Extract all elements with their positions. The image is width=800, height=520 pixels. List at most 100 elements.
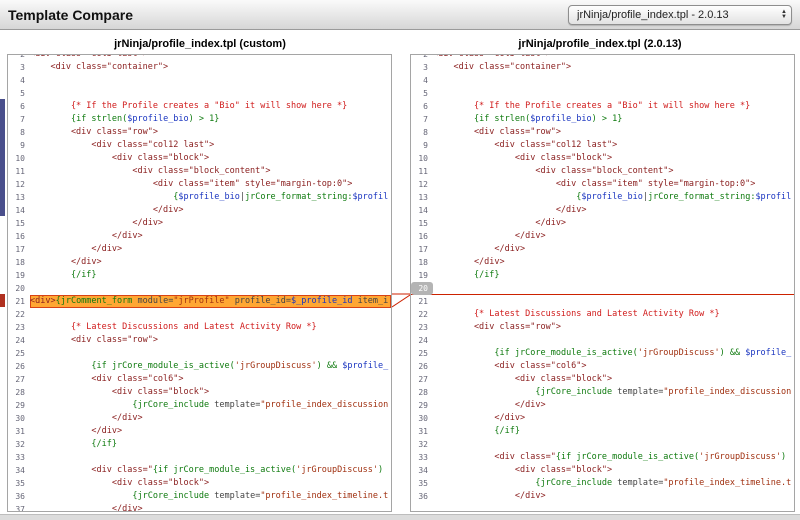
code-line: 16 </div> <box>411 230 794 243</box>
line-content: <div class="block"> <box>30 152 391 165</box>
line-number: 37 <box>8 503 30 512</box>
code-line: 33 <div class="{if jrCore_module_is_acti… <box>411 451 794 464</box>
line-number: 27 <box>8 373 30 386</box>
line-number: 15 <box>411 217 433 230</box>
line-number: 11 <box>8 165 30 178</box>
code-line: 25 {if jrCore_module_is_active('jrGroupD… <box>411 347 794 360</box>
line-content <box>30 451 391 464</box>
line-content: {/if} <box>30 269 391 282</box>
code-line: 10 <div class="block"> <box>411 152 794 165</box>
code-line: 6 {* If the Profile creates a "Bio" it w… <box>8 100 391 113</box>
line-number: 21 <box>8 295 30 308</box>
line-content: </div> <box>30 243 391 256</box>
line-number: 13 <box>8 191 30 204</box>
code-line: 34 <div class="block"> <box>411 464 794 477</box>
line-number: 18 <box>411 256 433 269</box>
line-content: </div> <box>433 256 794 269</box>
code-line: 36 </div> <box>411 490 794 503</box>
code-line: 24 <box>411 334 794 347</box>
line-content <box>30 282 391 295</box>
line-number: 25 <box>411 347 433 360</box>
line-content: {if strlen($profile_bio) > 1} <box>30 113 391 126</box>
right-code-panel[interactable]: 2<div class="col3 last">3 <div class="co… <box>410 54 795 512</box>
line-number: 26 <box>411 360 433 373</box>
code-line: 14 </div> <box>8 204 391 217</box>
template-compare-page: Template Compare jrNinja/profile_index.t… <box>0 0 800 520</box>
right-code: 2<div class="col3 last">3 <div class="co… <box>411 54 794 503</box>
line-content: <div class="col6"> <box>433 360 794 373</box>
line-content: </div> <box>433 243 794 256</box>
line-content: {* Latest Discussions and Latest Activit… <box>433 308 794 321</box>
line-content: {if jrCore_module_is_active('jrGroupDisc… <box>30 360 391 373</box>
code-line: 23 {* Latest Discussions and Latest Acti… <box>8 321 391 334</box>
code-line: 6 {* If the Profile creates a "Bio" it w… <box>411 100 794 113</box>
code-line: 18 </div> <box>8 256 391 269</box>
panel-titles: jrNinja/profile_index.tpl (custom) jrNin… <box>0 30 800 54</box>
code-line: 21 <box>411 295 794 308</box>
line-number: 32 <box>411 438 433 451</box>
line-number: 16 <box>411 230 433 243</box>
line-content: {$profile_bio|jrCore_format_string:$prof… <box>433 191 794 204</box>
line-number: 24 <box>8 334 30 347</box>
line-content: <div class="block"> <box>30 386 391 399</box>
line-number: 2 <box>8 54 30 61</box>
line-content: </div> <box>433 230 794 243</box>
code-line: 29 </div> <box>411 399 794 412</box>
code-line: 19 {/if} <box>8 269 391 282</box>
line-content: {$profile_bio|jrCore_format_string:$prof… <box>30 191 391 204</box>
code-line: 36 {jrCore_include template="profile_ind… <box>8 490 391 503</box>
left-panel-title: jrNinja/profile_index.tpl (custom) <box>0 30 400 54</box>
code-line: 5 <box>8 87 391 100</box>
code-line: 37 </div> <box>8 503 391 512</box>
code-line: 32 <box>411 438 794 451</box>
change-map-strip <box>0 54 6 514</box>
line-content: <div class="container"> <box>433 61 794 74</box>
line-content: {/if} <box>30 438 391 451</box>
line-content <box>433 334 794 347</box>
code-line: 5 <box>411 87 794 100</box>
line-number: 23 <box>411 321 433 334</box>
line-content: {if jrCore_module_is_active('jrGroupDisc… <box>433 347 794 360</box>
line-number: 17 <box>411 243 433 256</box>
template-version-select[interactable]: jrNinja/profile_index.tpl - 2.0.13 ▲ ▼ <box>568 5 792 25</box>
change-marker-change <box>0 99 5 216</box>
line-content: <div class="col12 last"> <box>30 139 391 152</box>
line-content <box>30 87 391 100</box>
line-number: 20 <box>8 282 30 295</box>
line-content <box>433 295 794 308</box>
line-content: <div class="block"> <box>30 477 391 490</box>
code-line: 22 {* Latest Discussions and Latest Acti… <box>411 308 794 321</box>
line-content: </div> <box>433 490 794 503</box>
line-content: </div> <box>433 399 794 412</box>
line-number: 2 <box>411 54 433 61</box>
left-code-panel[interactable]: 2<div class="col3 last">3 <div class="co… <box>7 54 392 512</box>
line-content: <div class="container"> <box>30 61 391 74</box>
code-line: 15 </div> <box>8 217 391 230</box>
line-number: 36 <box>8 490 30 503</box>
code-line: 12 <div class="item" style="margin-top:0… <box>411 178 794 191</box>
line-number: 32 <box>8 438 30 451</box>
line-content: {jrCore_include template="profile_index_… <box>433 477 794 490</box>
left-code: 2<div class="col3 last">3 <div class="co… <box>8 54 391 512</box>
line-content: <div class="block"> <box>433 152 794 165</box>
line-number: 30 <box>411 412 433 425</box>
line-content: {* If the Profile creates a "Bio" it wil… <box>30 100 391 113</box>
code-line: 2<div class="col3 last"> <box>8 54 391 61</box>
line-content: </div> <box>433 204 794 217</box>
code-line: 3 <div class="container"> <box>8 61 391 74</box>
line-content: <div class="{if jrCore_module_is_active(… <box>433 451 794 464</box>
line-number: 31 <box>8 425 30 438</box>
code-line: 22 <box>8 308 391 321</box>
line-number: 19 <box>411 269 433 282</box>
line-number: 18 <box>8 256 30 269</box>
line-content: <div class="row"> <box>30 334 391 347</box>
line-content: </div> <box>30 204 391 217</box>
line-number: 29 <box>8 399 30 412</box>
line-number: 27 <box>411 373 433 386</box>
line-content: </div> <box>433 412 794 425</box>
code-line: 12 <div class="item" style="margin-top:0… <box>8 178 391 191</box>
code-line: 30 </div> <box>8 412 391 425</box>
line-content: </div> <box>30 412 391 425</box>
line-number: 28 <box>411 386 433 399</box>
line-number: 35 <box>8 477 30 490</box>
